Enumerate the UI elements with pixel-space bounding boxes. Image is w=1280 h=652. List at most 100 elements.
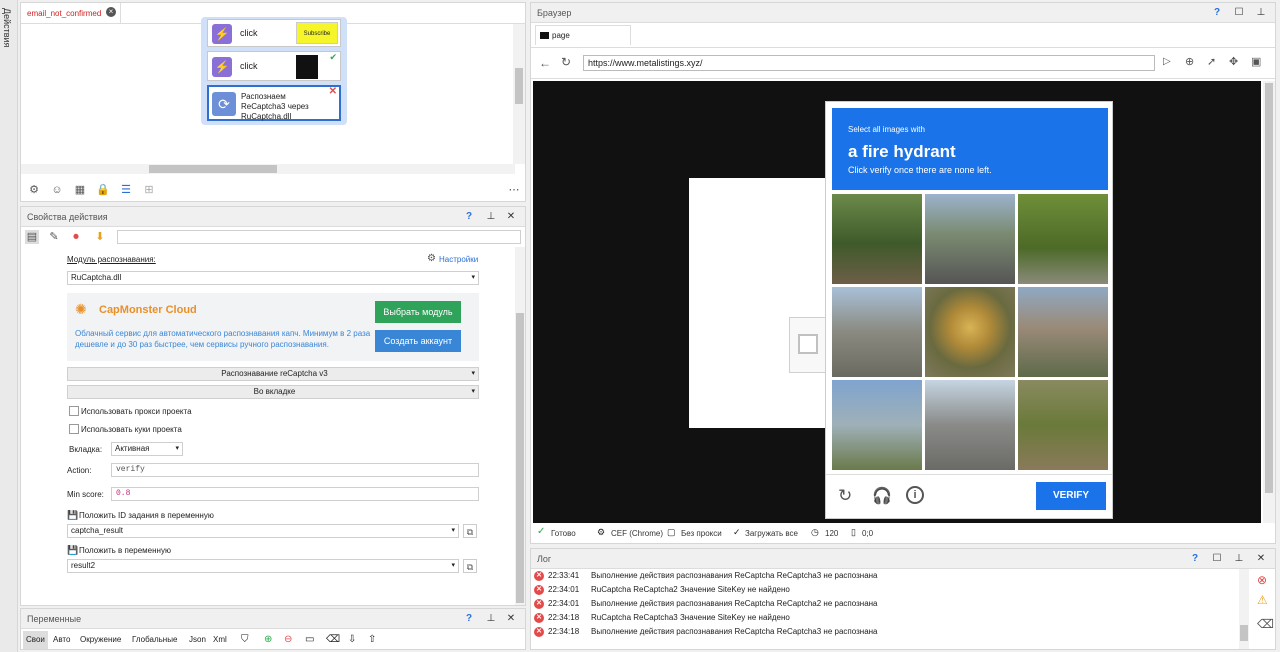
comment-icon[interactable]: ▭: [305, 631, 314, 649]
mode-select[interactable]: Во вкладке ▾: [67, 385, 479, 399]
help-icon[interactable]: ?: [1187, 549, 1203, 569]
arrow-up-icon[interactable]: ⇧: [368, 631, 376, 649]
action-input[interactable]: verify: [111, 463, 479, 477]
tab-select[interactable]: Активная ▾: [111, 442, 183, 456]
image-tile[interactable]: [832, 194, 922, 284]
close-icon[interactable]: ✕: [1253, 549, 1269, 569]
lock-icon[interactable]: 🔒: [96, 183, 110, 197]
result-select[interactable]: result2 ▾: [67, 559, 459, 573]
pin-icon[interactable]: ⊥: [1231, 549, 1247, 569]
verify-button[interactable]: VERIFY: [1036, 482, 1106, 510]
image-tile[interactable]: [832, 287, 922, 377]
create-account-button[interactable]: Создать аккаунт: [375, 330, 461, 352]
action-node[interactable]: ⚡ click Subscribe: [207, 19, 341, 47]
tab-json[interactable]: Json: [189, 631, 206, 649]
status-load[interactable]: Загружать все: [745, 527, 798, 541]
reload-icon[interactable]: ↻: [838, 486, 852, 506]
close-icon[interactable]: ✕: [503, 207, 519, 227]
headphones-icon[interactable]: 🎧: [872, 486, 892, 506]
pin-icon[interactable]: ⊥: [1253, 3, 1269, 23]
screen-icon[interactable]: ▣: [1251, 55, 1261, 68]
user-icon[interactable]: ☺: [50, 183, 64, 197]
image-tile[interactable]: [832, 380, 922, 470]
status-engine[interactable]: CEF (Chrome): [611, 527, 663, 541]
project-tab[interactable]: email_not_confirmed ×: [21, 3, 121, 23]
viewport-scrollbar[interactable]: [1263, 81, 1275, 523]
status-proxy[interactable]: Без прокси: [681, 527, 722, 541]
tab-environment[interactable]: Окружение: [80, 631, 121, 649]
use-cookies-checkbox[interactable]: [69, 424, 79, 434]
eraser-icon[interactable]: ⌫: [326, 631, 340, 649]
image-tile[interactable]: [925, 380, 1015, 470]
image-tile[interactable]: [925, 287, 1015, 377]
arrow-down-icon[interactable]: ⇩: [348, 631, 356, 649]
edit-icon[interactable]: ✎: [47, 230, 61, 244]
warning-filter-icon[interactable]: ⚠: [1257, 593, 1268, 607]
choose-module-button[interactable]: Выбрать модуль: [375, 301, 461, 323]
tab-global[interactable]: Глобальные: [132, 631, 177, 649]
image-tile[interactable]: [925, 194, 1015, 284]
use-proxy-checkbox[interactable]: [69, 406, 79, 416]
properties-scrollbar[interactable]: [515, 247, 525, 605]
arrow-down-icon[interactable]: ⬇: [93, 230, 107, 244]
help-icon[interactable]: ?: [461, 609, 477, 629]
back-icon[interactable]: ←: [539, 56, 551, 70]
tab-xml[interactable]: Xml: [213, 631, 227, 649]
vertical-scrollbar[interactable]: [513, 24, 525, 164]
minscore-input[interactable]: 0.8: [111, 487, 479, 501]
help-icon[interactable]: ?: [1209, 3, 1225, 23]
tab-auto[interactable]: Авто: [53, 631, 70, 649]
error-filter-icon[interactable]: ⊗: [1257, 573, 1267, 587]
browser-panel: Браузер ? ☐ ⊥ page ← ↻ https://www.metal…: [530, 2, 1276, 544]
pin-icon[interactable]: ⊥: [483, 207, 499, 227]
info-icon[interactable]: i: [906, 486, 924, 504]
image-tile[interactable]: [1018, 194, 1108, 284]
add-icon[interactable]: ⊕: [264, 631, 272, 649]
more-icon[interactable]: ⋯: [507, 183, 521, 197]
use-proxy-label: Использовать прокси проекта: [81, 407, 192, 416]
properties-header: Свойства действия ? ⊥ ✕: [21, 207, 525, 227]
recaptcha-node[interactable]: ⟳ Распознаем ReCaptcha3 через RuCaptcha.…: [207, 85, 341, 121]
tab-own[interactable]: Свои: [23, 631, 48, 649]
copy-icon[interactable]: ⧉: [463, 524, 477, 538]
properties-filter-input[interactable]: [117, 230, 521, 244]
maximize-icon[interactable]: ☐: [1231, 3, 1247, 23]
cursor-icon[interactable]: ➚: [1207, 55, 1216, 68]
properties-icon[interactable]: ▤: [25, 230, 39, 244]
play-icon[interactable]: ▷: [1163, 56, 1171, 67]
close-icon[interactable]: ×: [106, 7, 116, 17]
url-input[interactable]: https://www.metalistings.xyz/: [583, 55, 1155, 71]
remove-icon[interactable]: ⊖: [284, 631, 292, 649]
add-tab-icon[interactable]: ⊕: [1185, 55, 1194, 68]
clear-log-icon[interactable]: ⌫: [1257, 617, 1274, 631]
extensions-icon[interactable]: ✥: [1229, 55, 1238, 68]
add-icon[interactable]: ⊞: [142, 183, 156, 197]
actions-sidebar[interactable]: Действия: [0, 0, 18, 652]
horizontal-scrollbar[interactable]: [21, 164, 515, 174]
pin-icon[interactable]: ⊥: [483, 609, 499, 629]
reload-icon[interactable]: ↻: [561, 55, 571, 69]
filter-icon[interactable]: ⛉: [241, 631, 249, 649]
browser-tab[interactable]: page: [535, 25, 631, 45]
task-id-select[interactable]: captcha_result ▾: [67, 524, 459, 538]
browser-viewport[interactable]: Select all images with a fire hydrant Cl…: [533, 81, 1261, 523]
image-tile[interactable]: [1018, 380, 1108, 470]
close-icon[interactable]: ✕: [503, 609, 519, 629]
log-scrollbar[interactable]: [1239, 569, 1249, 649]
copy-icon[interactable]: ⧉: [463, 559, 477, 573]
action-node[interactable]: ⚡ click ✔: [207, 51, 341, 81]
grid-icon[interactable]: ▦: [73, 183, 87, 197]
settings-link[interactable]: Настройки: [439, 255, 478, 264]
image-tile[interactable]: [1018, 287, 1108, 377]
log-time: 22:34:18: [548, 613, 580, 622]
help-icon[interactable]: ?: [461, 207, 477, 227]
gear-icon[interactable]: ⚙: [27, 183, 41, 197]
list-icon[interactable]: ☰: [119, 183, 133, 197]
maximize-icon[interactable]: ☐: [1209, 549, 1225, 569]
log-time: 22:34:01: [548, 599, 580, 608]
record-icon[interactable]: ⏺: [69, 230, 83, 244]
module-select[interactable]: RuCaptcha.dll ▾: [67, 271, 479, 285]
recaptcha-checkbox[interactable]: [798, 334, 818, 354]
recognition-type-select[interactable]: Распознавание reCaptcha v3 ▾: [67, 367, 479, 381]
action-label: Action:: [67, 466, 92, 475]
